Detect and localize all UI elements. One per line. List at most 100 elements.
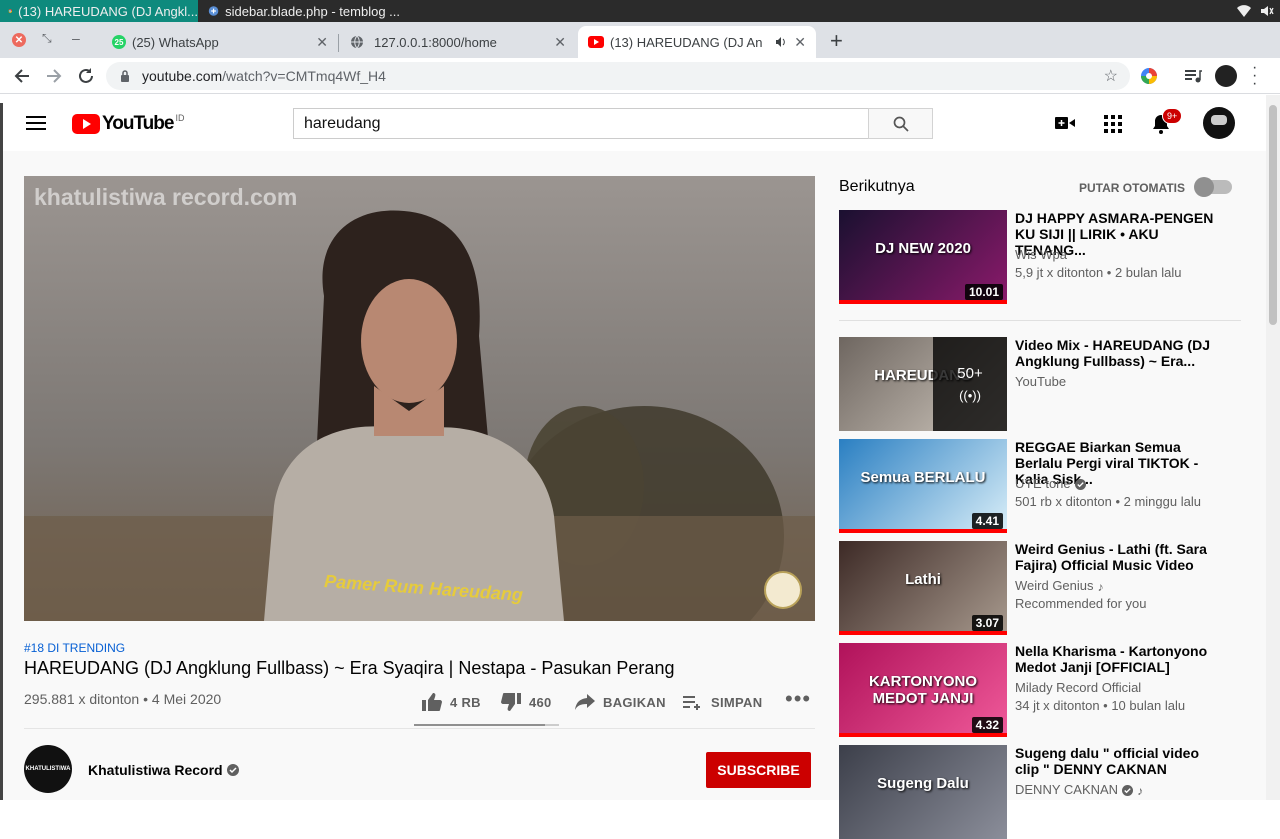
globe-icon — [351, 35, 363, 49]
dislike-button[interactable]: 460 — [501, 692, 552, 712]
taskbar-task-editor[interactable]: sidebar.blade.php - temblog ... — [200, 0, 400, 22]
color-extension-icon[interactable] — [1140, 67, 1158, 85]
playlist-add-icon — [683, 696, 700, 710]
volume-icon[interactable] — [1259, 3, 1275, 19]
video-thumbnail[interactable]: HAREUDANG 50+ ((•)) — [839, 337, 1007, 431]
media-queue-icon[interactable] — [1184, 68, 1202, 84]
youtube-logo[interactable]: YouTube ID — [72, 113, 184, 135]
create-video-icon[interactable] — [1055, 116, 1075, 130]
scrollbar-thumb[interactable] — [1269, 105, 1277, 325]
taskbar-task-label: (13) HAREUDANG (DJ Angkl... — [18, 3, 198, 19]
share-arrow-icon — [575, 694, 595, 710]
tab-youtube[interactable]: (13) HAREUDANG (DJ Angkl ✕ — [578, 26, 816, 58]
up-next-item[interactable]: Sugeng Dalu Sugeng dalu " official video … — [839, 745, 1239, 839]
browser-tab-strip: ✕ ⤡ – 25 (25) WhatsApp ✕ 127.0.0.1:8000/… — [0, 22, 1280, 58]
taskbar-task-youtube[interactable]: (13) HAREUDANG (DJ Angkl... — [0, 0, 198, 22]
watch-progress-bar — [839, 733, 1007, 737]
window-close-icon[interactable]: ✕ — [12, 33, 26, 47]
duration-badge: 4.41 — [971, 513, 1003, 529]
view-count: 295.881 x ditonton — [24, 691, 140, 707]
verified-badge-icon — [1122, 785, 1134, 797]
up-next-item[interactable]: DJ NEW 2020 10.01 DJ HAPPY ASMARA-PENGEN K… — [839, 210, 1239, 304]
new-tab-button[interactable]: + — [830, 28, 843, 54]
like-button[interactable]: 4 RB — [422, 692, 481, 712]
thumbnail-caption: Semua BERLALU — [860, 469, 986, 486]
tab-whatsapp[interactable]: 25 (25) WhatsApp ✕ — [102, 26, 338, 58]
channel-watermark-logo[interactable] — [764, 571, 802, 609]
search-input[interactable]: hareudang — [293, 108, 869, 139]
reload-icon[interactable] — [77, 67, 95, 85]
tab-close-icon[interactable]: ✕ — [554, 34, 566, 51]
trending-hashtag[interactable]: #18 DI TRENDING — [24, 641, 125, 655]
up-next-item[interactable]: HAREUDANG 50+ ((•)) Video Mix - HAREUDANG (… — [839, 337, 1239, 431]
mix-radio-icon: ((•)) — [959, 388, 981, 403]
up-next-channel: Wis Wpa — [1015, 247, 1067, 262]
up-next-channel-name: DENNY CAKNAN — [1015, 782, 1119, 797]
thumbnail-caption: KARTONYONO MEDOT JANJI — [868, 673, 978, 707]
mix-overlay: 50+ ((•)) — [933, 337, 1007, 431]
back-icon[interactable] — [13, 67, 31, 85]
apps-grid-icon[interactable] — [1104, 115, 1122, 133]
tab-close-icon[interactable]: ✕ — [794, 34, 806, 51]
dislike-count: 460 — [529, 694, 552, 710]
chrome-menu-icon[interactable]: · · · — [1252, 60, 1257, 92]
whatsapp-icon: 25 — [112, 35, 126, 49]
share-button[interactable]: BAGIKAN — [575, 692, 666, 712]
wifi-icon[interactable] — [1236, 3, 1252, 19]
video-thumbnail[interactable]: Semua BERLALU 4.41 — [839, 439, 1007, 533]
share-label: BAGIKAN — [603, 694, 666, 710]
search-icon — [893, 116, 909, 132]
page-scrollbar[interactable] — [1266, 95, 1280, 800]
up-next-title: Video Mix - HAREUDANG (DJ Angklung Fullb… — [1015, 337, 1210, 369]
like-count: 4 RB — [450, 694, 481, 710]
address-bar[interactable]: youtube.com/watch?v=CMTmq4Wf_H4 ☆ — [106, 62, 1130, 90]
up-next-divider — [839, 320, 1241, 321]
notification-count-badge: 9+ — [1162, 108, 1183, 124]
account-avatar[interactable] — [1203, 107, 1235, 139]
subscribe-button[interactable]: SUBSCRIBE — [706, 752, 811, 788]
save-button[interactable]: SIMPAN — [683, 692, 762, 712]
forward-icon[interactable] — [45, 67, 63, 85]
tab-localhost[interactable]: 127.0.0.1:8000/home ✕ — [340, 26, 576, 58]
taskbar-task-label: sidebar.blade.php - temblog ... — [225, 3, 400, 19]
up-next-channel: Weird Genius ♪ — [1015, 578, 1104, 594]
tab-close-icon[interactable]: ✕ — [316, 34, 328, 51]
bookmark-star-icon[interactable]: ☆ — [1104, 66, 1118, 86]
channel-avatar-text: KHATULISTIWA — [25, 766, 71, 772]
video-thumbnail[interactable]: Sugeng Dalu — [839, 745, 1007, 839]
more-actions-icon[interactable]: ••• — [785, 688, 811, 710]
up-next-item[interactable]: Semua BERLALU 4.41 REGGAE Biarkan Semua Be… — [839, 439, 1239, 533]
video-thumbnail[interactable]: DJ NEW 2020 10.01 — [839, 210, 1007, 304]
window-restore-icon[interactable]: ⤡ — [42, 31, 52, 46]
up-next-channel: YouTube — [1015, 374, 1066, 389]
save-label: SIMPAN — [711, 694, 763, 710]
up-next-meta: Recommended for you — [1015, 596, 1147, 611]
up-next-channel-name: Milady Record Official — [1015, 680, 1142, 695]
up-next-channel-name: Wis Wpa — [1015, 247, 1067, 262]
url-host: youtube.com — [142, 68, 223, 84]
video-player[interactable]: khatulistiwa record.com Pamer Rum Hareud… — [24, 176, 815, 621]
up-next-channel-name: YouTube — [1015, 374, 1067, 389]
up-next-channel: UYE tone — [1015, 476, 1086, 491]
up-next-item[interactable]: KARTONYONO MEDOT JANJI 4.32 Nella Kharisma… — [839, 643, 1239, 737]
verified-badge-icon — [1074, 479, 1086, 491]
up-next-item[interactable]: Lathi 3.07 Weird Genius - Lathi (ft. Sara … — [839, 541, 1239, 635]
tab-audio-icon[interactable] — [774, 35, 788, 49]
channel-name[interactable]: Khatulistiwa Record — [88, 762, 239, 778]
profile-avatar[interactable] — [1215, 65, 1237, 87]
up-next-meta: 34 jt x ditonton • 10 bulan lalu — [1015, 698, 1186, 713]
up-next-channel-name: UYE tone — [1015, 476, 1071, 491]
autoplay-toggle[interactable] — [1194, 177, 1232, 197]
like-ratio-bar — [414, 724, 559, 726]
video-thumbnail[interactable]: KARTONYONO MEDOT JANJI 4.32 — [839, 643, 1007, 737]
autoplay-label: PUTAR OTOMATIS — [1079, 181, 1185, 195]
channel-avatar[interactable]: KHATULISTIWA — [24, 745, 72, 793]
search-button[interactable] — [868, 108, 933, 139]
hamburger-menu-icon[interactable] — [26, 116, 46, 130]
window-minimize-icon[interactable]: – — [72, 30, 80, 46]
watch-progress-bar — [839, 529, 1007, 533]
video-stats: 295.881 x ditonton • 4 Mei 2020 — [24, 691, 222, 707]
up-next-title: Sugeng dalu " official video clip " DENN… — [1015, 745, 1199, 777]
thumbnail-caption: Lathi — [905, 571, 941, 588]
video-thumbnail[interactable]: Lathi 3.07 — [839, 541, 1007, 635]
